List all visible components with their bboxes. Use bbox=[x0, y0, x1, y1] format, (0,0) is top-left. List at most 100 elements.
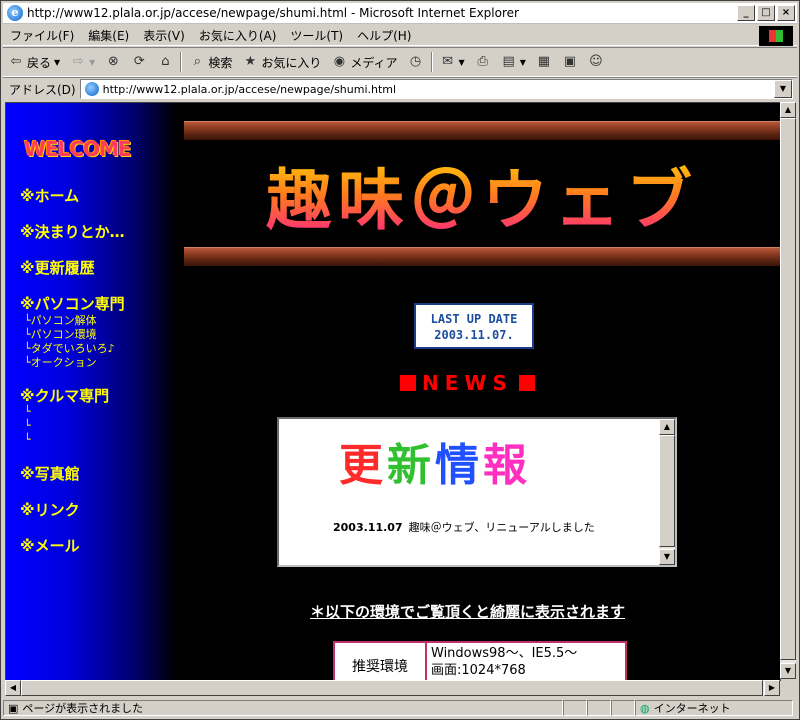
messenger-icon: ☺ bbox=[589, 54, 603, 69]
stop-icon: ⊗ bbox=[107, 54, 119, 69]
wood-bar-top bbox=[184, 121, 780, 140]
horizontal-scrollbar[interactable]: ◀ ▶ bbox=[5, 680, 780, 696]
nav-pc-sub-3[interactable]: └タダでいろいろ♪ bbox=[24, 342, 115, 356]
nav-mail[interactable]: ※メール bbox=[20, 535, 80, 556]
refresh-button[interactable]: ⟳ bbox=[126, 50, 152, 74]
status-text: ページが表示されました bbox=[22, 702, 144, 715]
menu-bar: ファイル(F) 編集(E) 表示(V) お気に入り(A) ツール(T) ヘルプ(… bbox=[3, 25, 797, 46]
home-icon: ⌂ bbox=[161, 54, 170, 69]
menu-tools[interactable]: ツール(T) bbox=[283, 27, 350, 44]
toolbar-separator bbox=[180, 52, 183, 72]
status-page-icon: ▣ bbox=[8, 701, 19, 715]
news-scroll-thumb[interactable] bbox=[659, 435, 675, 547]
address-url[interactable]: http://www12.plala.or.jp/accese/newpage/… bbox=[103, 83, 396, 96]
nav-link[interactable]: ※リンク bbox=[20, 499, 80, 520]
search-label: 検索 bbox=[208, 55, 233, 70]
favorites-button[interactable]: ★ お気に入り bbox=[237, 50, 326, 74]
close-button[interactable]: × bbox=[777, 5, 795, 21]
messenger-button[interactable]: ☺ bbox=[583, 50, 609, 74]
nav-car-sub-1[interactable]: └ bbox=[24, 405, 31, 419]
nav-car-sub-3[interactable]: └ bbox=[24, 433, 31, 447]
ie-logo-icon: e bbox=[7, 5, 23, 21]
wood-bar-bottom bbox=[184, 247, 780, 266]
scroll-left-button[interactable]: ◀ bbox=[5, 680, 21, 696]
scroll-up-button[interactable]: ▲ bbox=[780, 102, 796, 118]
horizontal-scroll-thumb[interactable] bbox=[21, 680, 763, 696]
news-entry-text: 趣味＠ウェブ、リニューアルしました bbox=[408, 521, 595, 534]
globe-icon: ◍ bbox=[640, 701, 650, 715]
refresh-icon: ⟳ bbox=[133, 54, 145, 69]
address-dropdown-button[interactable]: ▼ bbox=[774, 80, 792, 98]
address-input[interactable]: http://www12.plala.or.jp/accese/newpage/… bbox=[79, 79, 793, 99]
nav-pc-sub-4[interactable]: └オークション bbox=[24, 356, 97, 370]
welcome-logo: WELCOME bbox=[24, 137, 132, 161]
recommended-notice: ＊以下の環境でご覧頂くと綺麗に表示されます bbox=[310, 603, 626, 621]
toolbar: ⇦ 戻る ▼ ⇨ ▼ ⊗ ⟳ ⌂ ⌕ 検索 ★ お気に入り ◉ メディア ◷ ✉ ▼ ⎙ ▤ ▼… bbox=[3, 47, 797, 77]
history-button[interactable]: ◷ bbox=[403, 50, 429, 74]
status-zone-text: インターネット bbox=[653, 702, 731, 715]
window-title: http://www12.plala.or.jp/accese/newpage/… bbox=[27, 6, 519, 20]
mail-icon: ✉ bbox=[442, 54, 453, 69]
menu-file[interactable]: ファイル(F) bbox=[3, 27, 81, 44]
menu-view[interactable]: 表示(V) bbox=[136, 27, 192, 44]
news-title-char: 更 bbox=[339, 440, 387, 491]
status-zone: ◍ インターネット bbox=[635, 700, 793, 716]
address-bar: アドレス(D) http://www12.plala.or.jp/accese/… bbox=[3, 77, 797, 100]
nav-home[interactable]: ※ホーム bbox=[20, 185, 79, 206]
news-title-char: 報 bbox=[483, 440, 531, 491]
news-scroll-up-button[interactable]: ▲ bbox=[659, 419, 675, 435]
title-bar: e http://www12.plala.or.jp/accese/newpag… bbox=[3, 3, 797, 24]
news-heading: NEWS bbox=[394, 371, 541, 395]
home-button[interactable]: ⌂ bbox=[152, 50, 178, 74]
windows-logo-icon bbox=[759, 26, 793, 46]
vertical-scroll-thumb[interactable] bbox=[780, 118, 796, 660]
print-button[interactable]: ⎙ bbox=[470, 50, 496, 74]
media-label: メディア bbox=[350, 55, 398, 70]
menu-edit[interactable]: 編集(E) bbox=[81, 27, 136, 44]
page-viewport: WELCOME ※ホーム ※決まりとか… ※更新履歴 ※パソコン専門 └パソコン… bbox=[5, 102, 781, 681]
news-scrollbar[interactable]: ▲ ▼ bbox=[659, 419, 675, 565]
menu-help[interactable]: ヘルプ(H) bbox=[350, 27, 418, 44]
env-line-2: 画面:1024*768 bbox=[431, 663, 526, 678]
nav-car-sub-2[interactable]: └ bbox=[24, 419, 31, 433]
nav-pc[interactable]: ※パソコン専門 bbox=[20, 293, 125, 314]
toolbar-separator bbox=[430, 52, 433, 72]
edit-icon: ▤ bbox=[502, 54, 515, 69]
maximize-button[interactable]: □ bbox=[757, 5, 775, 21]
status-cell bbox=[563, 700, 587, 716]
media-button[interactable]: ◉ メディア bbox=[326, 50, 402, 74]
back-label: 戻る bbox=[27, 55, 52, 70]
status-cell bbox=[587, 700, 611, 716]
stop-button[interactable]: ⊗ bbox=[100, 50, 126, 74]
discuss-button[interactable]: ▦ bbox=[531, 50, 557, 74]
nav-pc-sub-1[interactable]: └パソコン解体 bbox=[24, 314, 97, 328]
history-icon: ◷ bbox=[409, 54, 422, 69]
forward-button[interactable]: ⇨ ▼ bbox=[65, 50, 100, 74]
browser-window: e http://www12.plala.or.jp/accese/newpag… bbox=[0, 0, 800, 720]
research-button[interactable]: ▣ bbox=[557, 50, 583, 74]
discuss-icon: ▦ bbox=[537, 54, 550, 69]
edit-button[interactable]: ▤ ▼ bbox=[496, 50, 531, 74]
search-button[interactable]: ⌕ 検索 bbox=[184, 50, 237, 74]
nav-history[interactable]: ※更新履歴 bbox=[20, 257, 95, 278]
nav-photo[interactable]: ※写真館 bbox=[20, 463, 80, 484]
red-square-icon bbox=[400, 375, 416, 391]
nav-car[interactable]: ※クルマ専門 bbox=[20, 385, 109, 406]
menu-favorites[interactable]: お気に入り(A) bbox=[192, 27, 284, 44]
news-entry-date: 2003.11.07 bbox=[333, 521, 403, 534]
address-label: アドレス(D) bbox=[9, 82, 76, 97]
minimize-button[interactable]: _ bbox=[737, 5, 755, 21]
news-box[interactable]: 更新情報 2003.11.07 趣味＠ウェブ、リニューアルしました ▲ ▼ bbox=[277, 417, 677, 567]
scroll-down-button[interactable]: ▼ bbox=[780, 663, 796, 679]
scroll-right-button[interactable]: ▶ bbox=[764, 680, 780, 696]
nav-pc-sub-2[interactable]: └パソコン環境 bbox=[24, 328, 97, 342]
news-title-char: 情 bbox=[435, 440, 483, 491]
mail-button[interactable]: ✉ ▼ bbox=[435, 50, 470, 74]
vertical-scrollbar[interactable]: ▲ ▼ bbox=[780, 102, 796, 679]
last-update-date: 2003.11.07. bbox=[434, 328, 514, 342]
site-title: 趣味＠ウェブ bbox=[184, 147, 780, 243]
back-button[interactable]: ⇦ 戻る ▼ bbox=[3, 50, 65, 74]
media-icon: ◉ bbox=[333, 54, 346, 69]
nav-rules[interactable]: ※決まりとか… bbox=[20, 221, 125, 242]
news-scroll-down-button[interactable]: ▼ bbox=[659, 549, 675, 565]
